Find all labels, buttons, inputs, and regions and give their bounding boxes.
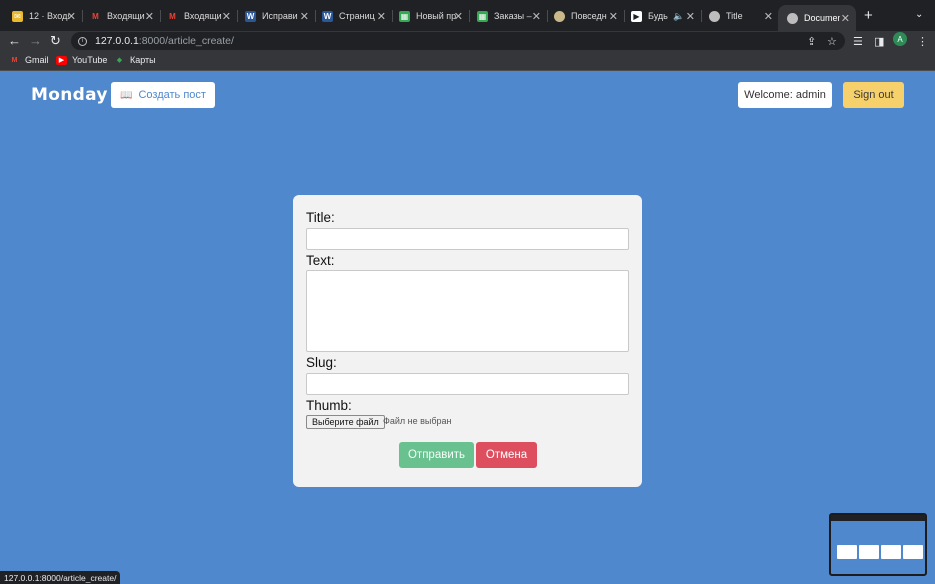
thumbnail-card (837, 545, 857, 559)
browser-tab-10[interactable]: Title ✕ (709, 6, 773, 26)
book-icon: 📖 (120, 89, 133, 101)
tab-separator (237, 10, 238, 22)
profile-avatar[interactable]: A (893, 32, 907, 46)
gmail-icon: M (92, 11, 99, 21)
browser-tab-9[interactable]: ▶ Будь 🔈 ✕ (631, 6, 695, 26)
star-icon[interactable]: ☆ (827, 35, 837, 48)
bookmark-maps[interactable]: ◆ Карты (114, 55, 156, 65)
close-tab-icon[interactable]: ✕ (764, 10, 773, 23)
address-bar[interactable]: i 127.0.0.1:8000/article_create/ ⇪ ☆ (71, 32, 845, 50)
tab-separator (315, 10, 316, 22)
thumbnail-card (881, 545, 901, 559)
gmail-icon: M (11, 56, 18, 64)
browser-tab-5[interactable]: W Страниц ✕ (322, 6, 386, 26)
browser-tab-1[interactable]: ✉ 12 · Входя ✕ (12, 6, 76, 26)
thumbnail-card (859, 545, 879, 559)
bookmark-gmail[interactable]: M Gmail (9, 55, 49, 65)
tab-separator (160, 10, 161, 22)
browser-toolbar: ← → ↻ i 127.0.0.1:8000/article_create/ ⇪… (0, 31, 935, 52)
close-tab-icon[interactable]: ✕ (145, 10, 154, 23)
tab-separator (82, 10, 83, 22)
text-label: Text: (306, 253, 335, 268)
browser-tab-6[interactable]: ▦ Новый пр ✕ (399, 6, 463, 26)
tab-separator (469, 10, 470, 22)
thumbnail-titlebar (831, 515, 925, 521)
back-arrow-icon[interactable]: ← (8, 33, 21, 49)
tab-separator (392, 10, 393, 22)
tab-search-chevron-icon[interactable]: ⌄ (915, 9, 923, 20)
site-logo[interactable]: Monday (31, 85, 108, 105)
thumb-label: Thumb: (306, 398, 352, 413)
close-tab-icon[interactable]: ✕ (841, 12, 850, 25)
globe-icon (787, 12, 798, 24)
choose-file-button[interactable]: Выберите файл (306, 415, 385, 429)
close-tab-icon[interactable]: ✕ (532, 10, 541, 23)
bookmark-youtube[interactable]: ▶ YouTube (56, 55, 107, 65)
gmail-icon: M (169, 11, 176, 21)
browser-tab-2[interactable]: M Входящи ✕ (90, 6, 154, 26)
kebab-menu-icon[interactable]: ⋮ (917, 35, 928, 48)
create-post-button[interactable]: 📖 Создать пост (111, 82, 215, 108)
text-textarea[interactable] (306, 270, 629, 352)
word-icon: W (245, 10, 256, 22)
maps-icon: ◆ (116, 57, 123, 64)
side-panel-icon[interactable]: ◨ (874, 35, 884, 48)
site-info-icon[interactable]: i (78, 36, 87, 46)
tab-separator (547, 10, 548, 22)
welcome-badge: Welcome: admin (738, 82, 832, 108)
reload-icon[interactable]: ↻ (50, 33, 61, 49)
title-label: Title: (306, 210, 335, 225)
close-tab-icon[interactable]: ✕ (686, 10, 695, 23)
sign-out-button[interactable]: Sign out (843, 82, 904, 108)
share-icon[interactable]: ⇪ (807, 35, 816, 48)
browser-tab-active[interactable]: Documen ✕ (778, 5, 856, 31)
browser-tab-7[interactable]: ▦ Заказы – ✕ (477, 6, 541, 26)
url-text: 127.0.0.1:8000/article_create/ (95, 35, 234, 47)
globe-icon (554, 10, 565, 22)
tab-separator (701, 10, 702, 22)
close-tab-icon[interactable]: ✕ (67, 10, 76, 23)
browser-tab-strip: ✉ 12 · Входя ✕ M Входящи ✕ M Входящи ✕ W… (0, 0, 935, 31)
window-preview-thumbnail[interactable] (829, 513, 927, 576)
globe-icon (709, 10, 720, 22)
slug-input[interactable] (306, 373, 629, 395)
close-tab-icon[interactable]: ✕ (300, 10, 309, 23)
word-icon: W (322, 10, 333, 22)
forward-arrow-icon[interactable]: → (29, 33, 42, 49)
play-icon: ▶ (631, 10, 642, 22)
speaker-icon[interactable]: 🔈 (673, 11, 684, 22)
cancel-button[interactable]: Отмена (476, 442, 537, 468)
reading-list-icon[interactable]: ☰ (853, 35, 863, 48)
browser-tab-4[interactable]: W Исправи ✕ (245, 6, 309, 26)
article-create-form: Title: Text: Slug: Thumb: Выберите файл … (293, 195, 642, 487)
submit-button[interactable]: Отправить (399, 442, 474, 468)
close-tab-icon[interactable]: ✕ (454, 10, 463, 23)
youtube-icon: ▶ (56, 55, 67, 65)
gmail-envelope-icon: ✉ (12, 10, 23, 22)
browser-tab-3[interactable]: M Входящи ✕ (167, 6, 231, 26)
close-tab-icon[interactable]: ✕ (222, 10, 231, 23)
browser-tab-8[interactable]: Повседн ✕ (554, 6, 618, 26)
slug-label: Slug: (306, 355, 337, 370)
file-status-text: Файл не выбран (383, 416, 452, 426)
close-tab-icon[interactable]: ✕ (609, 10, 618, 23)
close-tab-icon[interactable]: ✕ (377, 10, 386, 23)
bookmarks-bar: M Gmail ▶ YouTube ◆ Карты (0, 52, 935, 71)
thumbnail-card (903, 545, 923, 559)
sheets-icon: ▦ (399, 10, 410, 22)
tab-separator (624, 10, 625, 22)
link-status-bar: 127.0.0.1:8000/article_create/ (0, 571, 121, 584)
title-input[interactable] (306, 228, 629, 250)
new-tab-icon[interactable]: + (864, 8, 873, 23)
sheets-icon: ▦ (477, 10, 488, 22)
